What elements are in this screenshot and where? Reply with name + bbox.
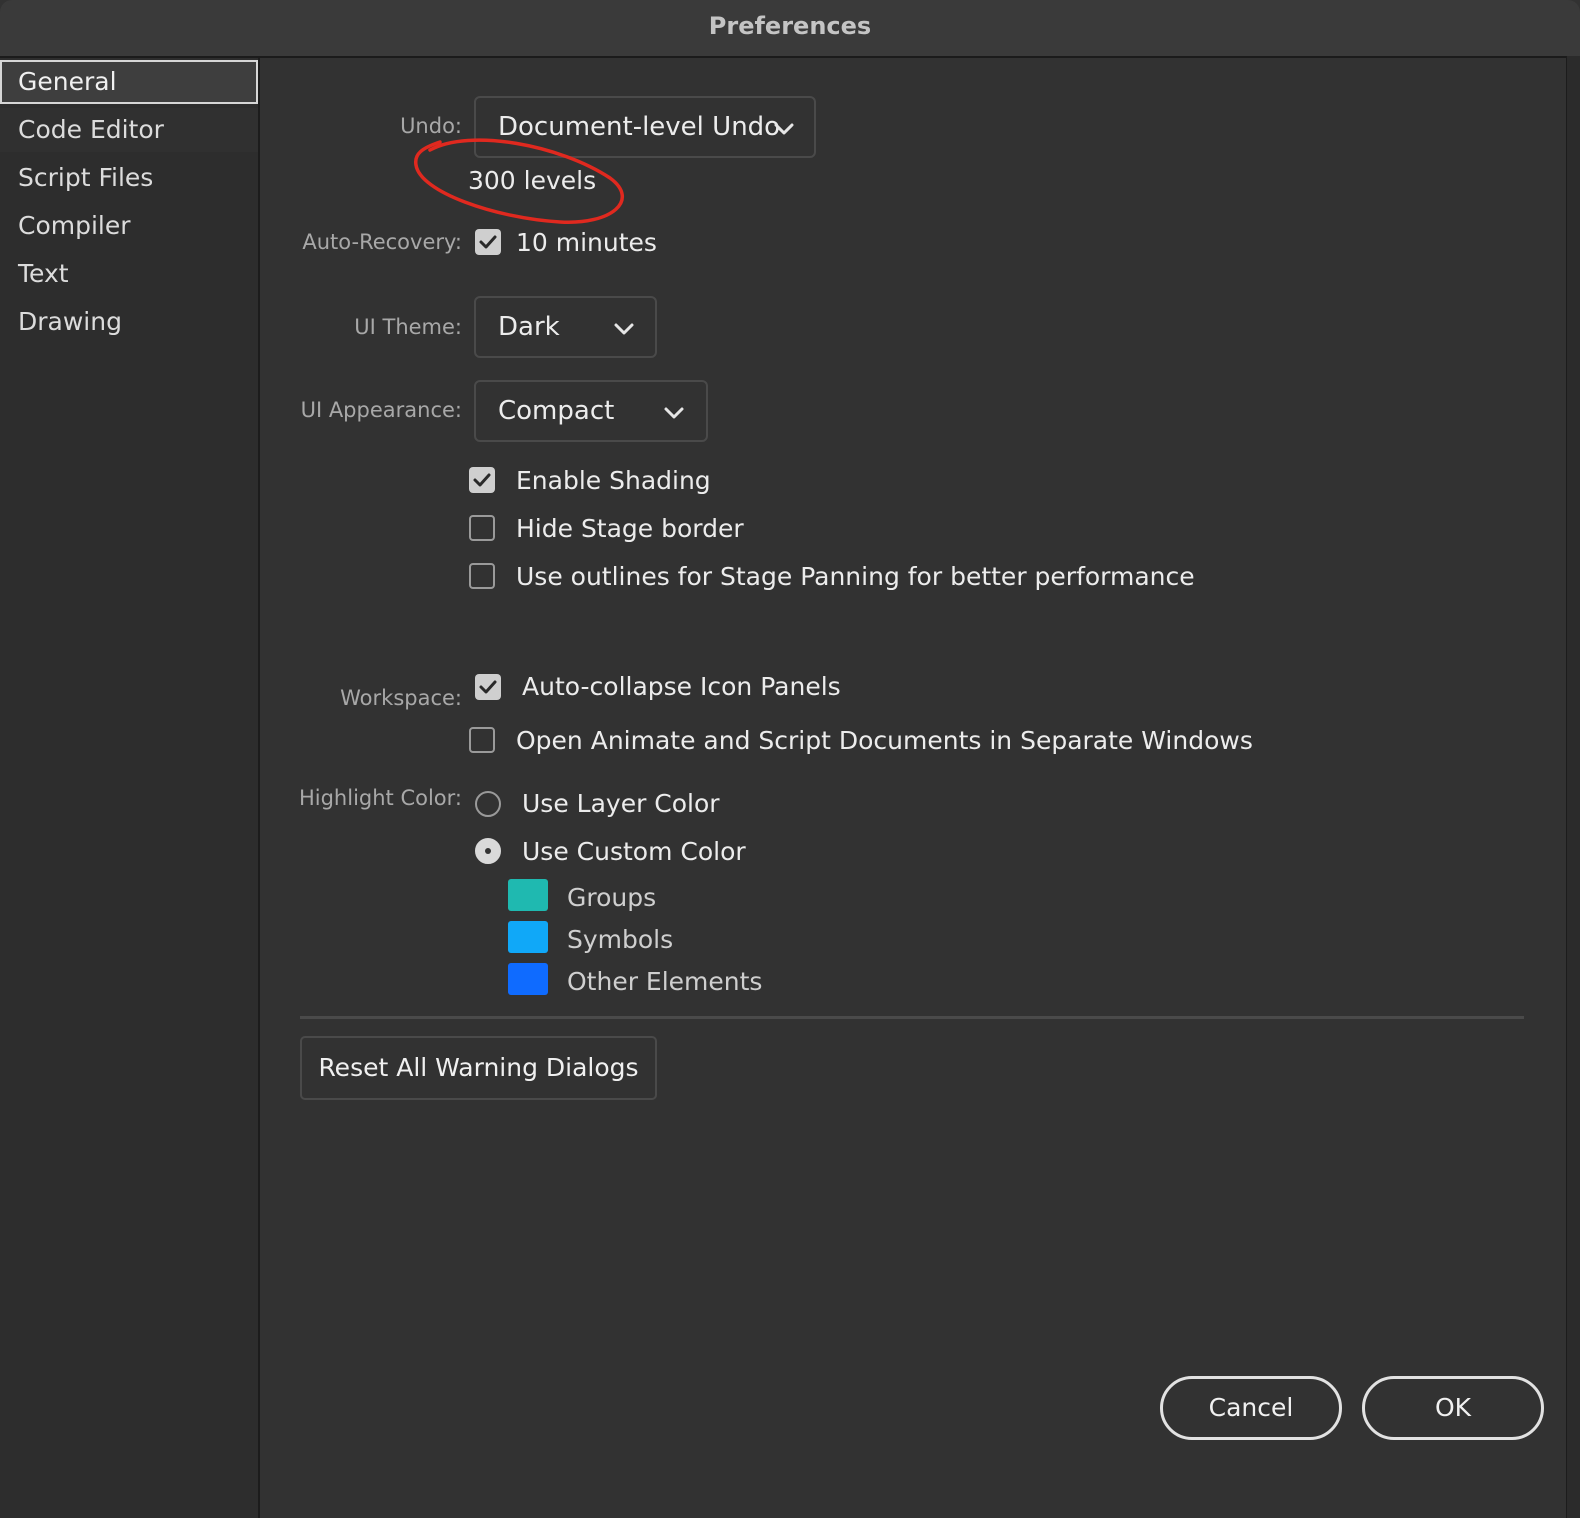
checkmark-icon xyxy=(479,680,497,694)
ui-appearance-dropdown[interactable]: Compact xyxy=(474,380,708,442)
ui-theme-value: Dark xyxy=(498,312,560,342)
other-elements-color-label: Other Elements xyxy=(567,967,763,996)
separate-windows-checkbox[interactable] xyxy=(469,727,495,753)
reset-warning-dialogs-button[interactable]: Reset All Warning Dialogs xyxy=(300,1036,657,1100)
chevron-down-icon xyxy=(664,407,684,419)
window-edge xyxy=(1566,56,1580,1518)
checkmark-icon xyxy=(479,235,497,249)
stage-panning-outlines-label: Use outlines for Stage Panning for bette… xyxy=(516,562,1195,591)
use-custom-color-radio[interactable] xyxy=(475,838,501,864)
ui-theme-label: UI Theme: xyxy=(354,315,462,339)
chevron-down-icon xyxy=(774,123,794,135)
sidebar-item-compiler[interactable]: Compiler xyxy=(0,204,258,248)
cancel-button[interactable]: Cancel xyxy=(1160,1376,1342,1440)
sidebar-item-text[interactable]: Text xyxy=(0,252,258,296)
use-custom-color-label: Use Custom Color xyxy=(522,837,746,866)
sidebar-item-code-editor[interactable]: Code Editor xyxy=(0,108,258,152)
workspace-label: Workspace: xyxy=(340,686,462,710)
highlight-color-label: Highlight Color: xyxy=(298,786,462,810)
auto-collapse-label: Auto-collapse Icon Panels xyxy=(522,672,841,701)
auto-recovery-checkbox[interactable] xyxy=(475,229,501,255)
ui-appearance-label: UI Appearance: xyxy=(300,398,462,422)
ok-button[interactable]: OK xyxy=(1362,1376,1544,1440)
checkmark-icon xyxy=(473,473,491,487)
auto-recovery-text: 10 minutes xyxy=(516,228,657,257)
auto-collapse-checkbox[interactable] xyxy=(475,674,501,700)
groups-color-swatch[interactable] xyxy=(508,879,548,911)
sidebar: General Code Editor Script Files Compile… xyxy=(0,58,260,1518)
sidebar-item-drawing[interactable]: Drawing xyxy=(0,300,258,344)
groups-color-label: Groups xyxy=(567,883,657,912)
sidebar-item-script-files[interactable]: Script Files xyxy=(0,156,258,200)
ui-appearance-value: Compact xyxy=(498,396,615,426)
use-layer-color-label: Use Layer Color xyxy=(522,789,720,818)
enable-shading-label: Enable Shading xyxy=(516,466,711,495)
auto-recovery-label: Auto-Recovery: xyxy=(302,230,462,254)
hide-stage-border-checkbox[interactable] xyxy=(469,515,495,541)
use-layer-color-radio[interactable] xyxy=(475,791,501,817)
undo-levels: 300 levels xyxy=(468,166,597,195)
hide-stage-border-label: Hide Stage border xyxy=(516,514,744,543)
undo-label: Undo: xyxy=(400,114,462,138)
stage-panning-outlines-checkbox[interactable] xyxy=(469,563,495,589)
undo-dropdown-value: Document-level Undo xyxy=(498,112,781,142)
enable-shading-checkbox[interactable] xyxy=(469,467,495,493)
other-elements-color-swatch[interactable] xyxy=(508,963,548,995)
sidebar-item-general[interactable]: General xyxy=(0,60,258,104)
window-title: Preferences xyxy=(708,12,872,40)
section-divider xyxy=(300,1016,1524,1019)
chevron-down-icon xyxy=(614,323,634,335)
undo-dropdown[interactable]: Document-level Undo xyxy=(474,96,816,158)
symbols-color-label: Symbols xyxy=(567,925,674,954)
title-bar: Preferences xyxy=(0,0,1580,58)
separate-windows-label: Open Animate and Script Documents in Sep… xyxy=(516,726,1253,755)
ui-theme-dropdown[interactable]: Dark xyxy=(474,296,657,358)
symbols-color-swatch[interactable] xyxy=(508,921,548,953)
